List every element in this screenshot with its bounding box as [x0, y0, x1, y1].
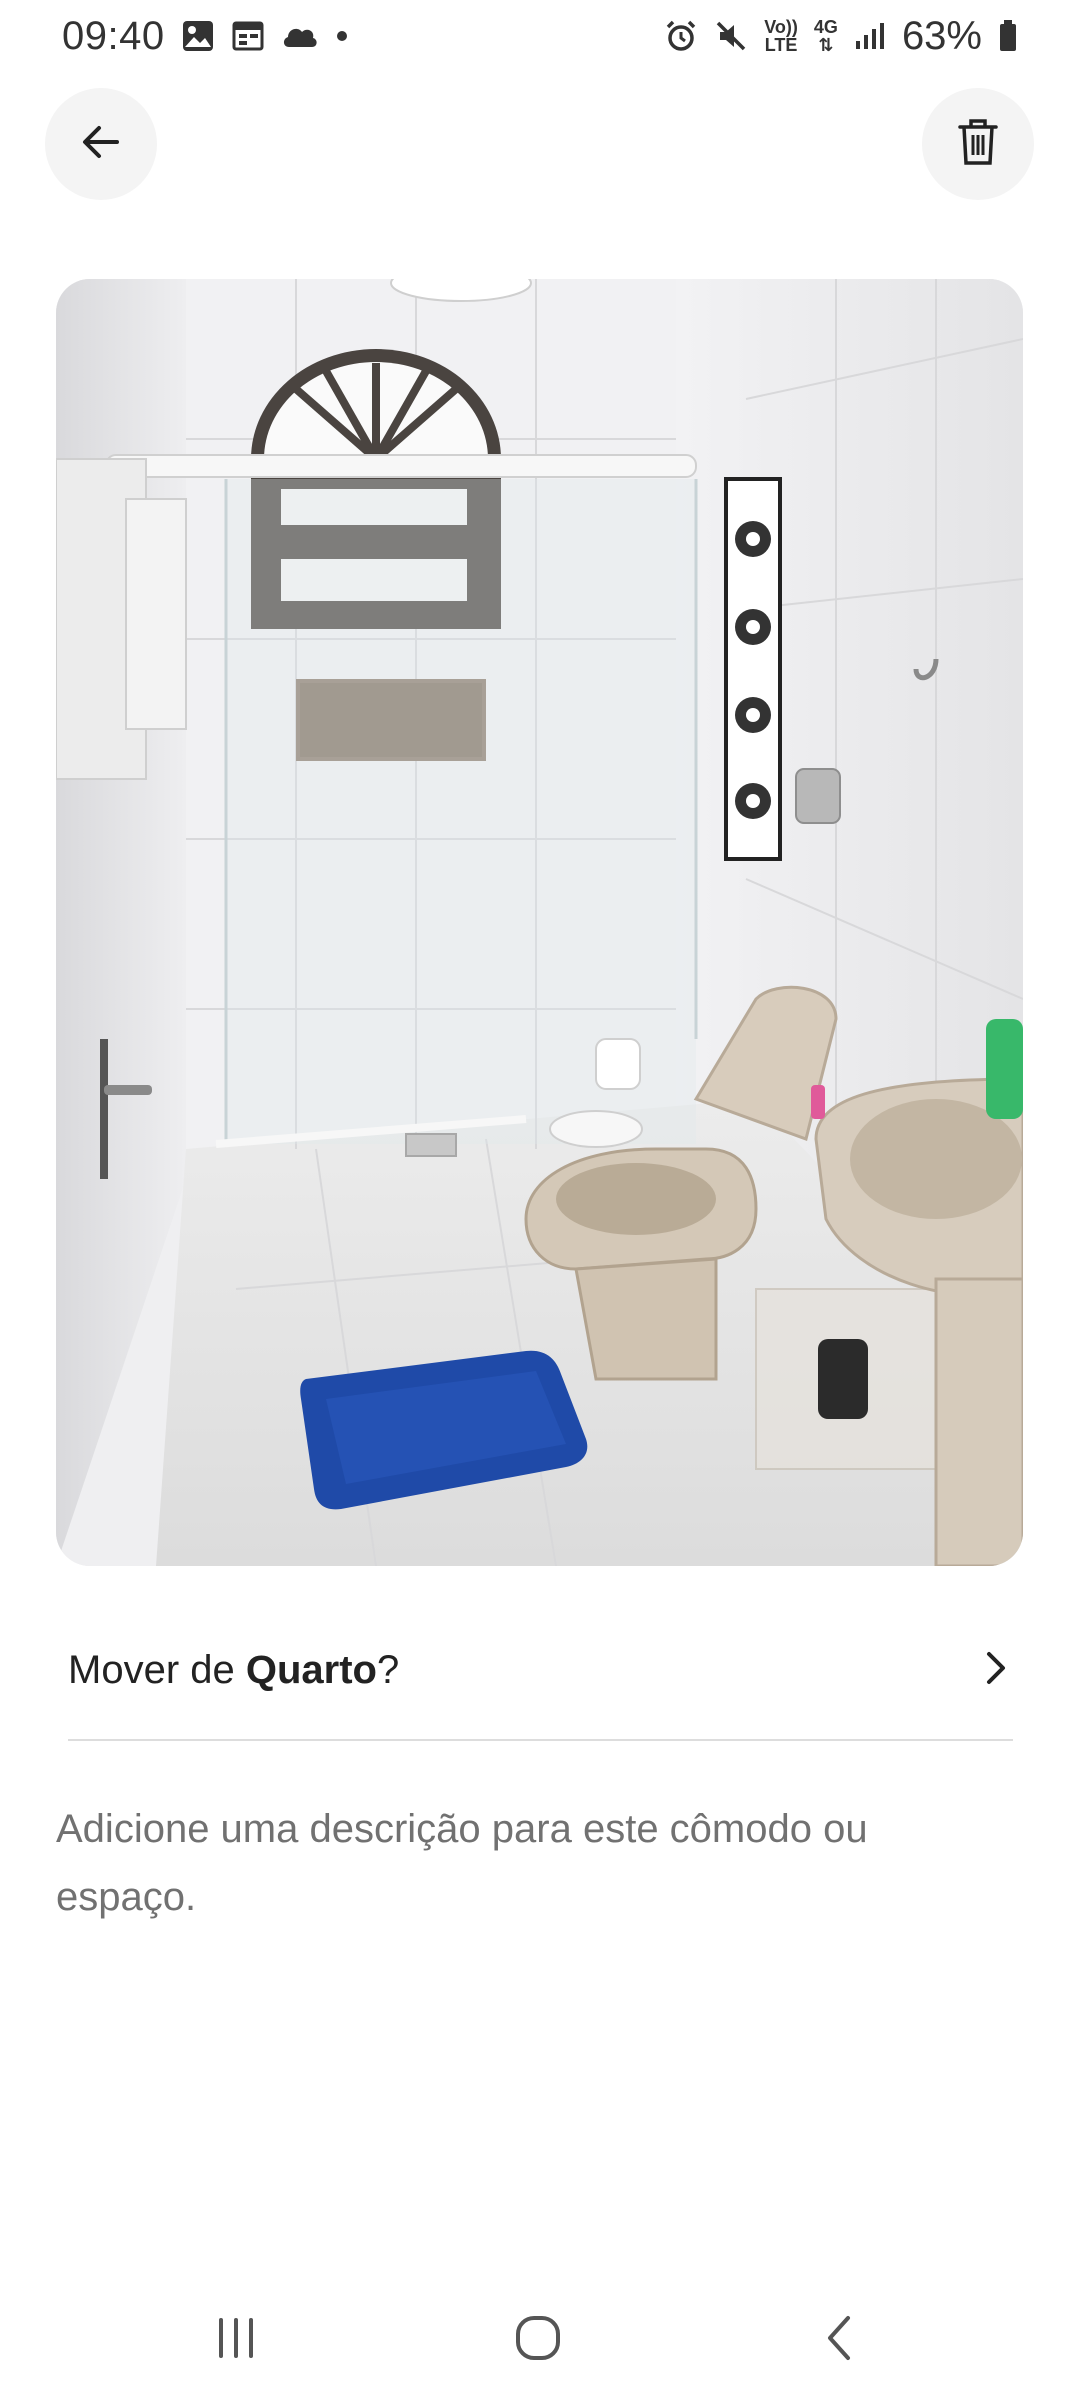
- battery-level: 63%: [901, 13, 982, 58]
- mute-icon: [714, 19, 748, 53]
- home-icon: [513, 2313, 563, 2368]
- status-left: 09:40: [62, 14, 349, 59]
- volte-icon: Vo)) LTE: [764, 18, 798, 54]
- divider: [68, 1739, 1013, 1741]
- move-room-row[interactable]: Mover de Quarto?: [68, 1620, 1013, 1720]
- calendar-icon: [231, 19, 265, 53]
- trash-icon: [955, 117, 1001, 172]
- signal-icon: [854, 21, 886, 51]
- alarm-icon: [664, 19, 698, 53]
- back-button[interactable]: [45, 88, 157, 200]
- status-bar: 09:40 Vo)) LTE 4G ⇅ 63%: [0, 0, 1080, 72]
- network-label: 4G: [813, 17, 838, 37]
- description-input[interactable]: Adicione uma descrição para este cômodo …: [56, 1795, 1016, 1931]
- cloud-icon: [281, 21, 319, 51]
- back-icon: [820, 2313, 860, 2368]
- recent-apps-icon: [211, 2316, 261, 2365]
- move-prefix: Mover de: [68, 1647, 246, 1692]
- home-button[interactable]: [498, 2310, 578, 2370]
- battery-icon: [998, 19, 1018, 53]
- data-arrows-icon: ⇅: [818, 35, 834, 55]
- bathroom-photo: [56, 279, 1023, 1566]
- room-name: Quarto: [245, 1647, 377, 1692]
- delete-button[interactable]: [922, 88, 1034, 200]
- recent-apps-button[interactable]: [196, 2310, 276, 2370]
- nav-back-button[interactable]: [800, 2310, 880, 2370]
- room-photo[interactable]: [56, 279, 1023, 1566]
- move-suffix: ?: [376, 1647, 400, 1692]
- status-time: 09:40: [62, 13, 165, 58]
- screen: 09:40 Vo)) LTE 4G ⇅ 63% Mover de Quarto?…: [0, 0, 1080, 2407]
- move-room-label: Mover de Quarto?: [68, 1648, 399, 1693]
- gallery-icon: [181, 19, 215, 53]
- status-right: Vo)) LTE 4G ⇅ 63%: [664, 14, 1018, 59]
- 4g-icon: 4G ⇅: [814, 18, 838, 54]
- volte-label-top: Vo)): [764, 17, 798, 37]
- chevron-right-icon: [977, 1648, 1013, 1693]
- dot-icon: [335, 29, 349, 43]
- volte-label-bottom: LTE: [764, 35, 798, 55]
- navigation-bar: [0, 2290, 1080, 2390]
- arrow-left-icon: [77, 118, 125, 171]
